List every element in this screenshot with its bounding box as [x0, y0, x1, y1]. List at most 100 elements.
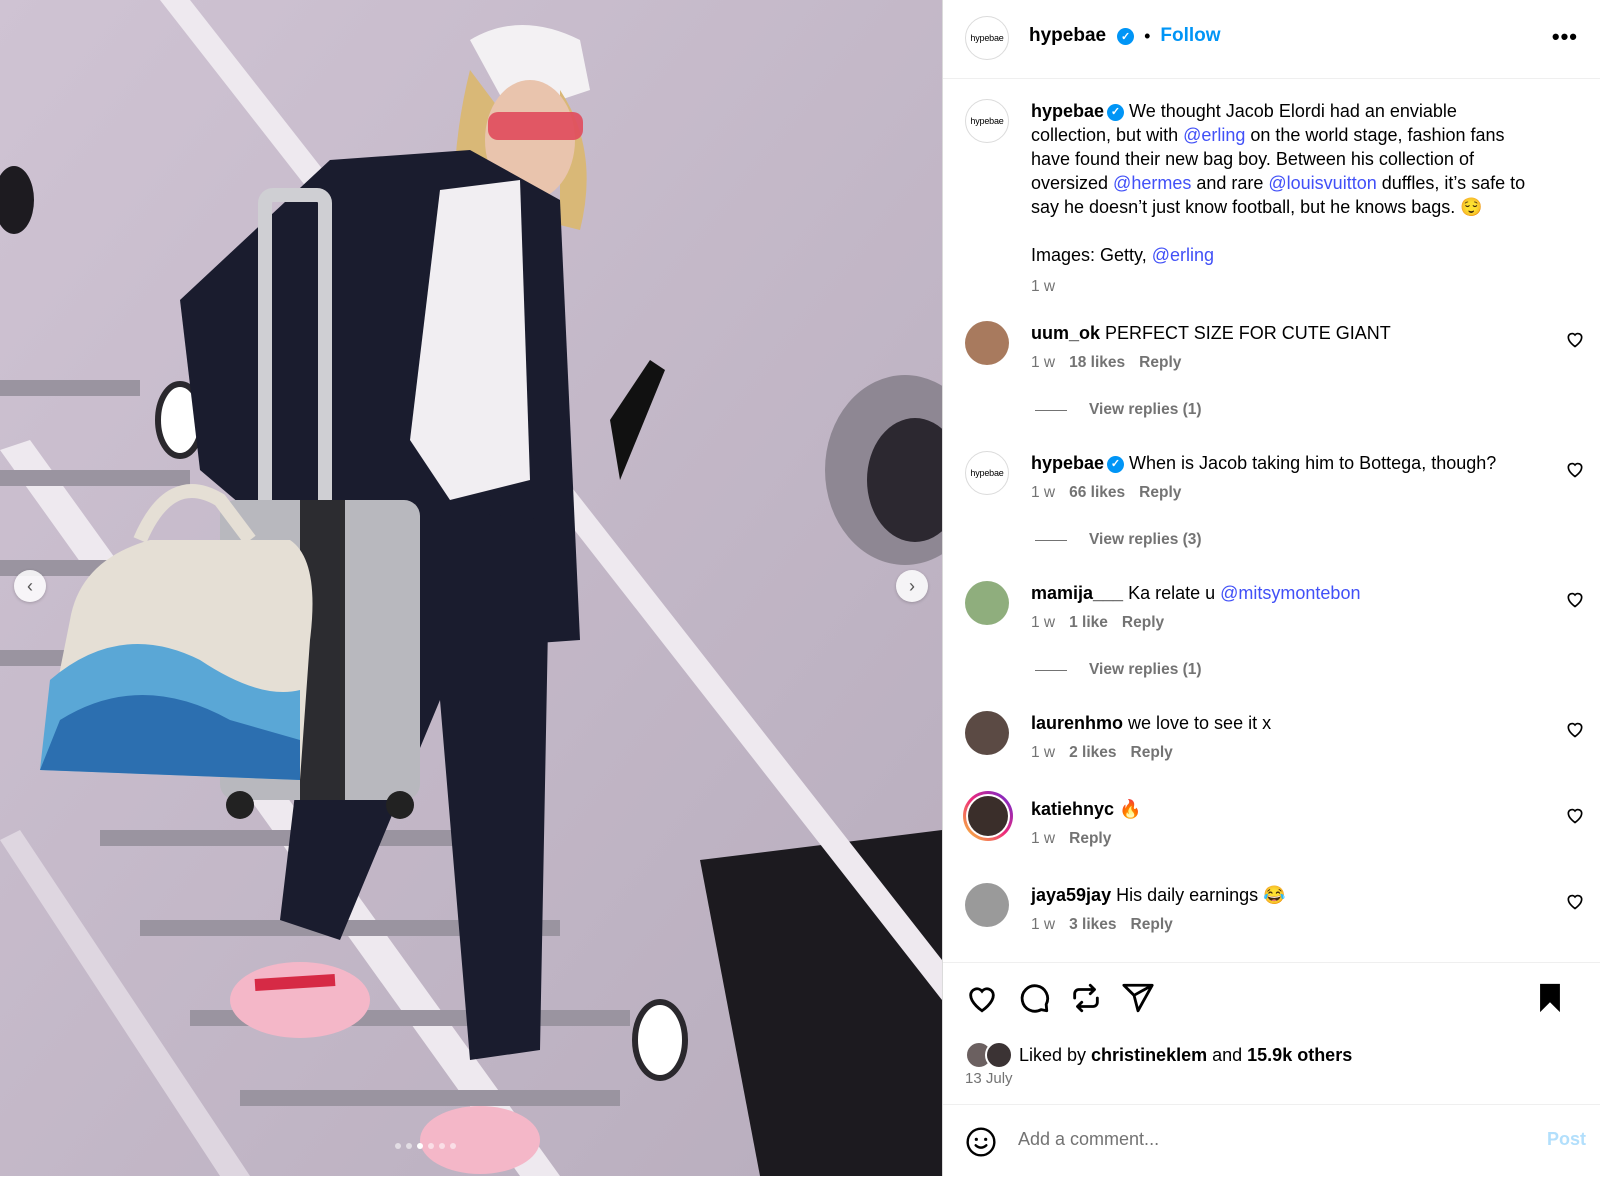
bookmark-icon[interactable]	[1533, 981, 1567, 1015]
liked-by-others[interactable]: 15.9k others	[1247, 1045, 1352, 1065]
comment-time: 1 w	[1031, 916, 1056, 933]
reply-button[interactable]: Reply	[1131, 916, 1173, 933]
liked-by-user[interactable]: christineklem	[1091, 1045, 1207, 1065]
carousel-dot[interactable]	[417, 1143, 423, 1149]
comment-avatar[interactable]	[965, 711, 1009, 755]
carousel-dot[interactable]	[395, 1143, 401, 1149]
comment-body: uum_ok PERFECT SIZE FOR CUTE GIANT	[1031, 321, 1551, 345]
post-button[interactable]: Post	[1547, 1129, 1586, 1150]
caption-time: 1 w	[1031, 278, 1056, 295]
view-replies-button[interactable]: View replies (1)	[1035, 401, 1202, 419]
comment-text: we love to see it x	[1123, 713, 1272, 733]
reply-button[interactable]: Reply	[1139, 354, 1181, 371]
comment-body: hypebae ✓ When is Jacob taking him to Bot…	[1031, 451, 1551, 475]
comment-likes[interactable]: 1 like	[1069, 614, 1108, 631]
caption-username[interactable]: hypebae	[1031, 101, 1104, 121]
comment-like-icon[interactable]	[1565, 589, 1585, 609]
caption-line: have found their new bag boy. Between hi…	[1031, 149, 1474, 169]
comment-avatar[interactable]	[965, 581, 1009, 625]
mention-link[interactable]: @louisvuitton	[1268, 173, 1376, 193]
comment-like-icon[interactable]	[1565, 329, 1585, 349]
liker-avatar	[985, 1041, 1013, 1069]
carousel-dot[interactable]	[439, 1143, 445, 1149]
verified-icon: ✓	[1117, 27, 1135, 45]
comment-time: 1 w	[1031, 744, 1056, 761]
add-comment-bar: Add a comment... Post	[943, 1104, 1600, 1177]
comment-username[interactable]: hypebae	[1031, 453, 1104, 473]
comment-username[interactable]: jaya59jay	[1031, 885, 1111, 905]
comment-time: 1 w	[1031, 484, 1056, 501]
comment-meta: 1 w 2 likes Reply	[1031, 744, 1187, 762]
comment-meta: 1 w Reply	[1031, 830, 1125, 848]
comment-likes[interactable]: 3 likes	[1069, 916, 1116, 933]
reply-button[interactable]: Reply	[1069, 830, 1111, 847]
comment-username[interactable]: laurenhmo	[1031, 713, 1123, 733]
carousel-dots	[395, 1143, 456, 1149]
comment-meta: 1 w 66 likes Reply	[1031, 484, 1195, 502]
caption-avatar[interactable]: hypebae	[965, 99, 1009, 143]
comment-like-icon[interactable]	[1565, 459, 1585, 479]
comment-text: His daily earnings 😂	[1111, 885, 1286, 905]
verified-icon: ✓	[1107, 103, 1125, 121]
comment-avatar[interactable]: hypebae	[965, 451, 1009, 495]
post-panel: hypebae hypebae ✓ • Follow ••• hypebae h…	[942, 0, 1600, 1176]
carousel-prev-button[interactable]: ‹	[14, 570, 46, 602]
reply-button[interactable]: Reply	[1122, 614, 1164, 631]
comment-username[interactable]: katiehnyc	[1031, 799, 1114, 819]
reply-button[interactable]: Reply	[1139, 484, 1181, 501]
emoji-icon[interactable]	[965, 1126, 997, 1158]
comment-text: When is Jacob taking him to Bottega, tho…	[1124, 453, 1497, 473]
caption-line: collection, but with @erling on the worl…	[1031, 125, 1505, 145]
likes-summary[interactable]: Liked by christineklem and 15.9k others	[965, 1041, 1352, 1069]
comment-avatar[interactable]	[965, 883, 1009, 927]
comment-like-icon[interactable]	[1565, 719, 1585, 739]
mention-link[interactable]: @hermes	[1113, 173, 1191, 193]
separator-dot: •	[1144, 25, 1151, 46]
heart-icon[interactable]	[965, 981, 999, 1015]
comment-username[interactable]: uum_ok	[1031, 323, 1100, 343]
view-replies-button[interactable]: View replies (3)	[1035, 531, 1202, 549]
comment-time: 1 w	[1031, 614, 1056, 631]
comment-likes[interactable]: 66 likes	[1069, 484, 1125, 501]
comment-like-icon[interactable]	[1565, 891, 1585, 911]
carousel-next-button[interactable]: ›	[896, 570, 928, 602]
mention-link[interactable]: @mitsymontebon	[1220, 583, 1360, 603]
comment-body: laurenhmo we love to see it x	[1031, 711, 1551, 735]
comment-icon[interactable]	[1017, 981, 1051, 1015]
action-bar: Liked by christineklem and 15.9k others …	[943, 962, 1600, 1123]
comment-avatar[interactable]	[965, 321, 1009, 365]
more-icon[interactable]: •••	[1552, 24, 1578, 50]
comment-input[interactable]: Add a comment...	[1018, 1129, 1159, 1150]
comment-likes[interactable]: 2 likes	[1069, 744, 1116, 761]
carousel-dot[interactable]	[428, 1143, 434, 1149]
caption: hypebae ✓ We thought Jacob Elordi had an …	[1031, 99, 1571, 299]
mention-link[interactable]: @erling	[1183, 125, 1245, 145]
image-credit: Images: Getty, @erling	[1031, 245, 1215, 265]
verified-icon: ✓	[1107, 455, 1125, 473]
avatar[interactable]: hypebae	[965, 16, 1009, 60]
comment-text: Ka relate u	[1123, 583, 1221, 603]
follow-button[interactable]: Follow	[1160, 25, 1220, 47]
comment-meta: 1 w 3 likes Reply	[1031, 916, 1187, 934]
comment-likes[interactable]: 18 likes	[1069, 354, 1125, 371]
comment-meta: 1 w 18 likes Reply	[1031, 354, 1195, 372]
reply-button[interactable]: Reply	[1131, 744, 1173, 761]
comment-time: 1 w	[1031, 830, 1056, 847]
view-replies-button[interactable]: View replies (1)	[1035, 661, 1202, 679]
comment-meta: 1 w 1 like Reply	[1031, 614, 1178, 632]
repost-icon[interactable]	[1069, 981, 1103, 1015]
carousel-dot[interactable]	[450, 1143, 456, 1149]
comment-body: katiehnyc 🔥	[1031, 797, 1551, 821]
comment-username[interactable]: mamija___	[1031, 583, 1123, 603]
caption-line: say he doesn’t just know football, but h…	[1031, 197, 1483, 217]
comment-avatar[interactable]	[963, 791, 1013, 841]
post-date: 13 July	[965, 1070, 1013, 1087]
share-icon[interactable]	[1121, 981, 1155, 1015]
comment-like-icon[interactable]	[1565, 805, 1585, 825]
carousel-dot[interactable]	[406, 1143, 412, 1149]
post-image[interactable]: ‹ ›	[0, 0, 942, 1176]
header-username[interactable]: hypebae	[1029, 25, 1106, 47]
caption-line: oversized @hermes and rare @louisvuitton…	[1031, 173, 1526, 193]
comment-time: 1 w	[1031, 354, 1056, 371]
mention-link[interactable]: @erling	[1152, 245, 1214, 265]
